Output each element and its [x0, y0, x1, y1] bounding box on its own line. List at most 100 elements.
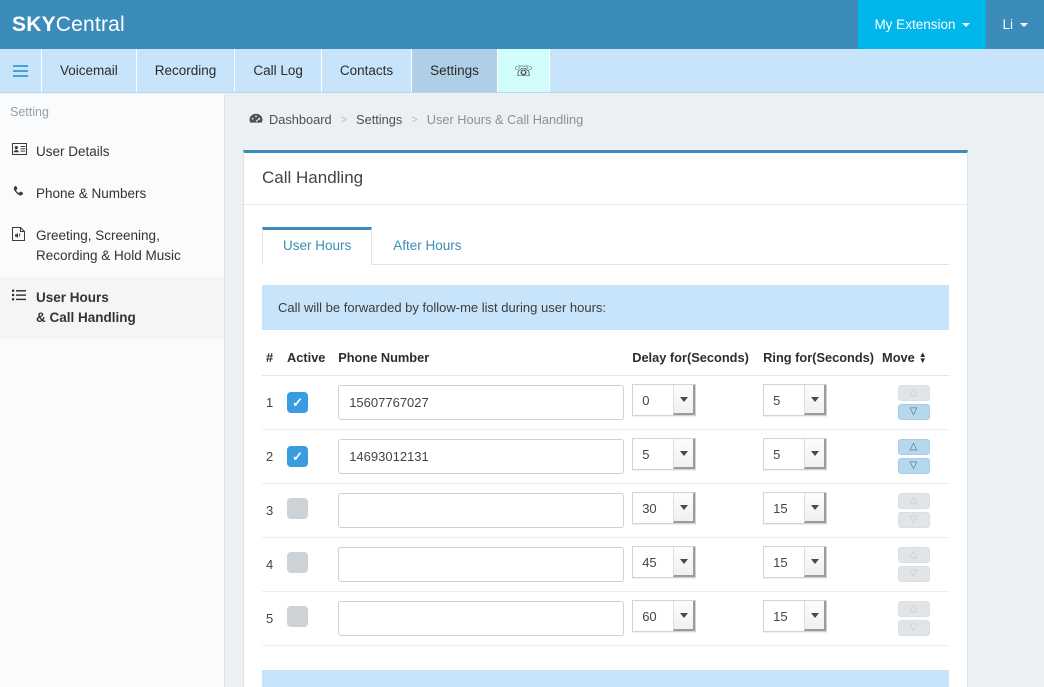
delay-seconds-select[interactable]: 30 — [632, 492, 697, 524]
row-phone-cell — [334, 537, 629, 592]
nav-label: Call Log — [253, 63, 303, 78]
nav-item-settings[interactable]: Settings — [412, 49, 498, 92]
sidebar-item-greeting-screening[interactable]: Greeting, Screening, Recording & Hold Mu… — [0, 215, 224, 277]
user-hours-info-alert: Call will be forwarded by follow-me list… — [262, 285, 949, 330]
nav-item-call-log[interactable]: Call Log — [235, 49, 322, 92]
ring-seconds-value: 15 — [773, 554, 788, 570]
follow-me-table: # Active Phone Number Delay for(Seconds)… — [262, 338, 949, 646]
move-up-button[interactable]: △ — [897, 439, 930, 455]
nav-item-contacts[interactable]: Contacts — [322, 49, 413, 92]
ring-seconds-select[interactable]: 15 — [763, 492, 828, 524]
active-checkbox[interactable]: ✓ — [287, 551, 309, 573]
move-down-button[interactable]: ▽ — [897, 404, 930, 420]
caret-down-icon — [810, 558, 819, 564]
chevron-down-icon — [1020, 22, 1028, 27]
sidebar-item-user-details[interactable]: User Details — [0, 131, 224, 173]
phones-will-ring-alert: Phones will ring: — [262, 670, 949, 687]
move-up-button: △ — [897, 547, 930, 563]
delay-seconds-select[interactable]: 45 — [632, 546, 697, 578]
phone-number-input[interactable] — [338, 547, 625, 582]
active-checkbox[interactable]: ✓ — [287, 392, 309, 413]
active-checkbox[interactable]: ✓ — [287, 605, 309, 627]
breadcrumb-item-settings[interactable]: Settings — [356, 112, 402, 127]
move-down-button: ▽ — [897, 620, 930, 636]
active-checkbox[interactable]: ✓ — [287, 497, 309, 519]
audio-file-icon — [12, 226, 36, 241]
phone-number-input[interactable] — [338, 385, 625, 420]
sidebar-item-label: User Details — [36, 142, 216, 162]
table-header: # Active Phone Number Delay for(Seconds)… — [262, 338, 949, 376]
my-extension-label: My Extension — [874, 17, 956, 32]
row-phone-cell — [334, 429, 629, 484]
header-number: # — [262, 338, 284, 376]
tab-label: After Hours — [393, 238, 462, 253]
nav-item-dialpad[interactable]: ☏ — [497, 49, 550, 92]
breadcrumb-separator: > — [340, 113, 348, 126]
header-move[interactable]: Move ▲ ▼ — [878, 338, 949, 376]
ring-seconds-select[interactable]: 15 — [763, 600, 828, 632]
row-delay-cell: 45 — [628, 537, 760, 592]
user-account-menu[interactable]: Li — [986, 0, 1044, 49]
select-dropdown-button[interactable] — [673, 547, 696, 577]
main-content-area: Dashboard > Settings > User Hours & Call… — [225, 94, 1044, 687]
row-active-cell: ✓ — [283, 429, 335, 484]
select-dropdown-button[interactable] — [673, 493, 696, 523]
row-phone-cell — [334, 591, 629, 646]
nav-label: Voicemail — [60, 63, 118, 78]
sidebar-item-phone-numbers[interactable]: Phone & Numbers — [0, 173, 224, 215]
phone-number-input[interactable] — [338, 493, 625, 528]
active-checkbox[interactable]: ✓ — [287, 446, 309, 467]
delay-seconds-select[interactable]: 0 — [632, 384, 697, 416]
hamburger-menu-button[interactable] — [0, 49, 42, 92]
row-ring-cell: 15 — [759, 483, 879, 538]
sidebar-item-user-hours-call-handling[interactable]: User Hours & Call Handling — [0, 277, 224, 339]
select-dropdown-button[interactable] — [804, 439, 827, 469]
ring-seconds-select[interactable]: 5 — [763, 384, 828, 416]
check-icon: ✓ — [292, 449, 303, 464]
breadcrumb: Dashboard > Settings > User Hours & Call… — [225, 94, 1044, 127]
chevron-down-icon — [962, 22, 971, 27]
select-dropdown-button[interactable] — [804, 385, 827, 415]
header-active: Active — [283, 338, 335, 376]
panel-body: User Hours After Hours Call will be forw… — [244, 205, 967, 687]
caret-down-icon — [810, 504, 819, 510]
tab-label: User Hours — [283, 238, 352, 253]
brand-logo[interactable]: SKY Central — [0, 0, 125, 49]
my-extension-menu[interactable]: My Extension — [858, 0, 987, 49]
select-dropdown-button[interactable] — [804, 601, 827, 631]
delay-seconds-value: 5 — [642, 446, 650, 462]
tab-after-hours[interactable]: After Hours — [372, 227, 482, 265]
caret-down-icon — [679, 450, 688, 456]
caret-down-icon — [810, 450, 819, 456]
breadcrumb-item-dashboard[interactable]: Dashboard — [269, 112, 332, 127]
row-active-cell: ✓ — [283, 375, 335, 430]
row-move-cell: △ ▽ — [878, 591, 949, 646]
select-dropdown-button[interactable] — [673, 385, 696, 415]
caret-down-icon — [810, 612, 819, 618]
header-move-label: Move — [882, 350, 915, 365]
row-delay-cell: 60 — [628, 591, 760, 646]
select-dropdown-button[interactable] — [673, 601, 696, 631]
delay-seconds-select[interactable]: 60 — [632, 600, 697, 632]
move-down-button[interactable]: ▽ — [897, 458, 930, 474]
ring-seconds-select[interactable]: 5 — [763, 438, 828, 470]
nav-item-recording[interactable]: Recording — [137, 49, 236, 92]
sidebar-item-line1: Greeting, Screening, — [36, 228, 160, 243]
phone-number-input[interactable] — [338, 601, 625, 636]
sidebar-item-label: User Hours & Call Handling — [36, 288, 216, 328]
table-row: 2 ✓ 5 — [262, 429, 949, 484]
brand-light-text: Central — [55, 12, 125, 36]
ring-seconds-select[interactable]: 15 — [763, 546, 828, 578]
phone-icon: ☏ — [513, 62, 533, 80]
select-dropdown-button[interactable] — [673, 439, 696, 469]
delay-seconds-select[interactable]: 5 — [632, 438, 697, 470]
phone-number-input[interactable] — [338, 439, 625, 474]
select-dropdown-button[interactable] — [804, 493, 827, 523]
nav-item-voicemail[interactable]: Voicemail — [42, 49, 137, 92]
select-dropdown-button[interactable] — [804, 547, 827, 577]
row-move-cell: △ ▽ — [878, 537, 949, 592]
tab-user-hours[interactable]: User Hours — [262, 227, 373, 265]
row-active-cell: ✓ — [283, 591, 335, 646]
nav-label: Contacts — [339, 63, 394, 78]
header-delay-seconds: Delay for(Seconds) — [628, 338, 760, 376]
